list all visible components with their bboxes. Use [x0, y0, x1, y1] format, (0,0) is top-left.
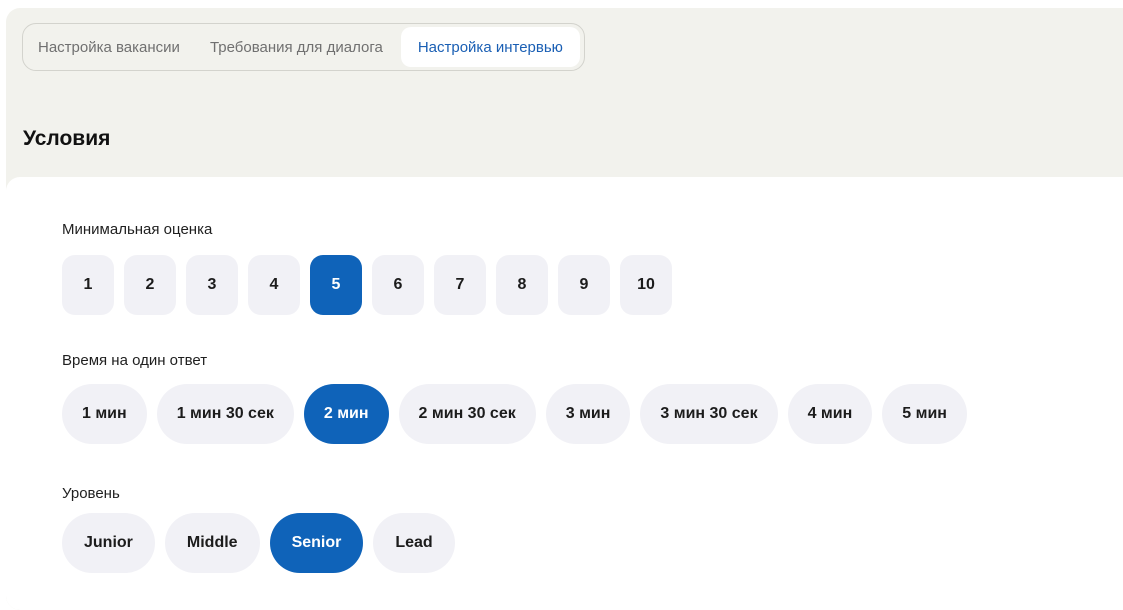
- answer-time-options: 1 мин 1 мин 30 сек 2 мин 2 мин 30 сек 3 …: [62, 384, 967, 444]
- score-option[interactable]: 2: [124, 255, 176, 315]
- tab-bar: Настройка вакансии Требования для диалог…: [22, 23, 585, 71]
- time-option[interactable]: 5 мин: [882, 384, 967, 444]
- time-option[interactable]: 2 мин: [303, 384, 389, 444]
- time-option[interactable]: 1 мин: [62, 384, 147, 444]
- time-option[interactable]: 2 мин 30 сек: [398, 384, 536, 444]
- score-option[interactable]: 5: [310, 255, 362, 315]
- level-option[interactable]: Junior: [62, 513, 155, 573]
- tab-interview-settings[interactable]: Настройка интервью: [400, 27, 580, 67]
- level-label: Уровень: [62, 485, 120, 502]
- time-option[interactable]: 4 мин: [787, 384, 873, 444]
- score-option[interactable]: 1: [62, 255, 114, 315]
- score-option[interactable]: 7: [434, 255, 486, 315]
- conditions-card: Минимальная оценка 1 2 3 4 5 6 7 8 9 10 …: [6, 177, 1123, 610]
- section-title: Условия: [23, 127, 111, 150]
- tab-vacancy-settings[interactable]: Настройка вакансии: [38, 27, 192, 67]
- score-option[interactable]: 3: [186, 255, 238, 315]
- level-options: Junior Middle Senior Lead: [62, 513, 455, 573]
- tab-dialog-requirements[interactable]: Требования для диалога: [198, 27, 395, 67]
- score-option[interactable]: 6: [372, 255, 424, 315]
- time-option[interactable]: 3 мин: [545, 384, 631, 444]
- score-option[interactable]: 4: [248, 255, 300, 315]
- page-canvas: Настройка вакансии Требования для диалог…: [6, 8, 1123, 610]
- score-option[interactable]: 9: [558, 255, 610, 315]
- level-option[interactable]: Middle: [164, 513, 260, 573]
- score-option[interactable]: 8: [496, 255, 548, 315]
- time-option[interactable]: 3 мин 30 сек: [640, 384, 778, 444]
- level-option[interactable]: Lead: [373, 513, 455, 573]
- time-option[interactable]: 1 мин 30 сек: [156, 384, 294, 444]
- answer-time-label: Время на один ответ: [62, 352, 208, 369]
- level-option[interactable]: Senior: [269, 513, 364, 573]
- score-option[interactable]: 10: [620, 255, 672, 315]
- min-score-label: Минимальная оценка: [62, 221, 213, 238]
- min-score-options: 1 2 3 4 5 6 7 8 9 10: [62, 255, 672, 315]
